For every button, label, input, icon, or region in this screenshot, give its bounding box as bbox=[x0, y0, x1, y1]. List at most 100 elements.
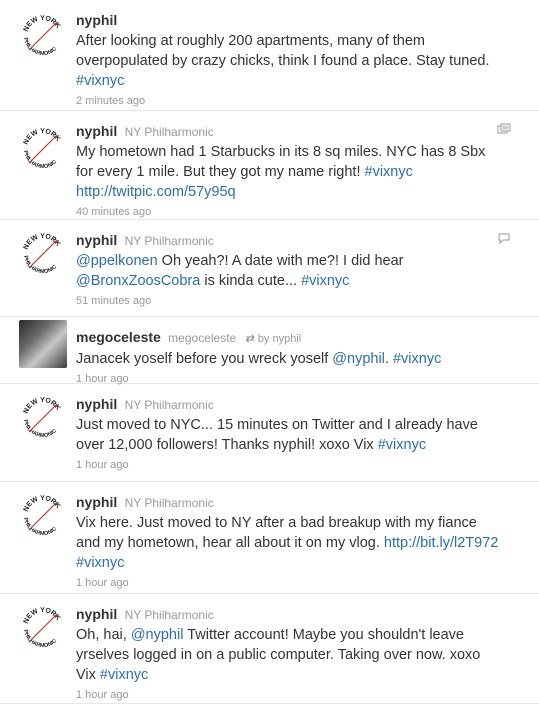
avatar[interactable]: NEW YORK PHILHARMONIC bbox=[19, 394, 67, 442]
tweet-header: nyphil NY Philharmonic bbox=[76, 396, 529, 413]
tweet-text: My hometown had 1 Starbucks in its 8 sq … bbox=[76, 142, 529, 202]
timestamp[interactable]: 51 minutes ago bbox=[76, 294, 529, 308]
hashtag-link[interactable]: #vixnyc bbox=[76, 555, 124, 571]
timeline: NEW YORK PHILHARMONIC nyphil After lookin… bbox=[0, 0, 539, 704]
tweet-text: After looking at roughly 200 apartments,… bbox=[76, 31, 529, 91]
tweet[interactable]: NEW YORK PHILHARMONIC nyphil After lookin… bbox=[0, 0, 539, 111]
text-segment: overpopulated by crazy chicks, think I f… bbox=[76, 53, 490, 69]
avatar[interactable]: NEW YORK PHILHARMONIC bbox=[19, 492, 67, 540]
mention-link[interactable]: @nyphil bbox=[332, 351, 385, 367]
tweet-header: megoceleste megoceleste ⇄ by nyphil bbox=[76, 329, 529, 347]
tweet[interactable]: NEW YORK PHILHARMONIC nyphil NY Philharmo… bbox=[0, 594, 539, 704]
text-segment: and my hometown, hear all about it on my… bbox=[76, 535, 384, 551]
ny-philharmonic-logo-icon: NEW YORKPHILHARMONIC bbox=[21, 606, 65, 650]
screen-name[interactable]: megoceleste bbox=[76, 329, 161, 345]
ny-philharmonic-logo-icon: NEW YORKPHILHARMONIC bbox=[21, 14, 65, 58]
ny-philharmonic-logo-icon: NEW YORKPHILHARMONIC bbox=[21, 494, 65, 538]
screen-name[interactable]: nyphil bbox=[76, 396, 117, 412]
screen-name[interactable]: nyphil bbox=[76, 232, 117, 248]
text-segment: Oh yeah?! A date with me?! I did hear bbox=[157, 253, 404, 269]
text-segment: Just moved to NYC... 15 minutes on Twitt… bbox=[76, 417, 478, 433]
tweet-text-line: Janacek yoself before you wreck yoself @… bbox=[76, 349, 529, 369]
tweet-header: nyphil NY Philharmonic bbox=[76, 232, 529, 249]
avatar[interactable]: NEW YORK PHILHARMONIC bbox=[19, 125, 67, 173]
hashtag-link[interactable]: #vixnyc bbox=[76, 73, 124, 89]
avatar[interactable]: NEW YORK PHILHARMONIC bbox=[19, 604, 67, 652]
timestamp[interactable]: 2 minutes ago bbox=[76, 94, 529, 108]
tweet-text: Vix here. Just moved to NY after a bad b… bbox=[76, 513, 529, 573]
tweet-header: nyphil NY Philharmonic bbox=[76, 494, 529, 511]
tweet-text-line: for every 1 mile. But they got my name r… bbox=[76, 162, 529, 182]
tweet[interactable]: NEW YORK PHILHARMONIC nyphil NY Philharmo… bbox=[0, 482, 539, 594]
tweet-text-line: @BronxZoosCobra is kinda cute... #vixnyc bbox=[76, 271, 529, 291]
screen-name[interactable]: nyphil bbox=[76, 606, 117, 622]
tweet-header: nyphil bbox=[76, 12, 529, 29]
screen-name[interactable]: nyphil bbox=[76, 494, 117, 510]
text-segment: is kinda cute... bbox=[200, 273, 302, 289]
full-name: NY Philharmonic bbox=[124, 608, 214, 622]
tweet-text-line: My hometown had 1 Starbucks in its 8 sq … bbox=[76, 142, 529, 162]
text-segment: Oh, hai, bbox=[76, 627, 131, 643]
text-segment: Vix bbox=[76, 667, 100, 683]
text-segment: Janacek yoself before you wreck yoself bbox=[76, 351, 333, 367]
screen-name[interactable]: nyphil bbox=[76, 123, 117, 139]
full-name: NY Philharmonic bbox=[124, 234, 214, 248]
tweet-text: @ppelkonen Oh yeah?! A date with me?! I … bbox=[76, 251, 529, 291]
text-segment: My hometown had 1 Starbucks in its 8 sq … bbox=[76, 144, 486, 160]
avatar[interactable]: NEW YORK PHILHARMONIC bbox=[19, 12, 67, 60]
text-segment: Twitter account! Maybe you shouldn't lea… bbox=[183, 627, 464, 643]
full-name: NY Philharmonic bbox=[124, 496, 214, 510]
text-segment: yrselves logged in on a public computer.… bbox=[76, 647, 481, 663]
screen-name[interactable]: nyphil bbox=[76, 12, 117, 28]
hashtag-link[interactable]: #vixnyc bbox=[301, 273, 349, 289]
ny-philharmonic-logo-icon: NEW YORKPHILHARMONIC bbox=[21, 232, 65, 276]
mention-link[interactable]: @BronxZoosCobra bbox=[76, 273, 200, 289]
full-name: NY Philharmonic bbox=[124, 125, 214, 139]
text-segment: over 12,000 followers! Thanks nyphil! xo… bbox=[76, 437, 378, 453]
tweet-text-line: and my hometown, hear all about it on my… bbox=[76, 533, 529, 553]
url-link[interactable]: http://twitpic.com/57y95q bbox=[76, 184, 236, 200]
full-name: NY Philharmonic bbox=[124, 398, 214, 412]
full-name: megoceleste bbox=[168, 331, 237, 345]
tweet-text: Oh, hai, @nyphil Twitter account! Maybe … bbox=[76, 625, 529, 685]
tweet[interactable]: NEW YORK PHILHARMONIC nyphil NY Philharmo… bbox=[0, 111, 539, 220]
tweet-text: Just moved to NYC... 15 minutes on Twitt… bbox=[76, 415, 529, 455]
timestamp[interactable]: 1 hour ago bbox=[76, 576, 529, 590]
text-segment: After looking at roughly 200 apartments,… bbox=[76, 33, 425, 49]
tweet-text-line: over 12,000 followers! Thanks nyphil! xo… bbox=[76, 435, 529, 455]
tweet[interactable]: NEW YORK PHILHARMONIC nyphil NY Philharmo… bbox=[0, 220, 539, 317]
tweet-text-line: yrselves logged in on a public computer.… bbox=[76, 645, 529, 665]
tweet-text-line: After looking at roughly 200 apartments,… bbox=[76, 31, 529, 51]
mention-link[interactable]: @ppelkonen bbox=[76, 253, 158, 269]
timestamp[interactable]: 1 hour ago bbox=[76, 458, 529, 472]
tweet-header: nyphil NY Philharmonic bbox=[76, 123, 529, 140]
user-photo-avatar[interactable] bbox=[19, 320, 67, 368]
tweet-text-line: Oh, hai, @nyphil Twitter account! Maybe … bbox=[76, 625, 529, 645]
retweet-label: by nyphil bbox=[257, 333, 302, 345]
hashtag-link[interactable]: #vixnyc bbox=[100, 667, 148, 683]
tweet-text-line: overpopulated by crazy chicks, think I f… bbox=[76, 51, 529, 71]
conversation-icon[interactable] bbox=[497, 232, 511, 244]
ny-philharmonic-logo-icon: NEW YORKPHILHARMONIC bbox=[21, 396, 65, 440]
text-segment: Vix here. Just moved to NY after a bad b… bbox=[76, 515, 477, 531]
url-link[interactable]: http://bit.ly/l2T972 bbox=[384, 535, 498, 551]
timestamp[interactable]: 40 minutes ago bbox=[76, 205, 529, 219]
tweet-header: nyphil NY Philharmonic bbox=[76, 606, 529, 623]
tweet[interactable]: megoceleste megoceleste ⇄ by nyphil Janac… bbox=[0, 317, 539, 385]
tweet-text-line: Just moved to NYC... 15 minutes on Twitt… bbox=[76, 415, 529, 435]
text-segment: for every 1 mile. But they got my name r… bbox=[76, 164, 365, 180]
text-segment: . bbox=[384, 351, 393, 367]
hashtag-link[interactable]: #vixnyc bbox=[378, 437, 426, 453]
timestamp[interactable]: 1 hour ago bbox=[76, 688, 529, 702]
tweet-text-line: Vix here. Just moved to NY after a bad b… bbox=[76, 513, 529, 533]
ny-philharmonic-logo-icon: NEW YORKPHILHARMONIC bbox=[21, 127, 65, 171]
tweet[interactable]: NEW YORK PHILHARMONIC nyphil NY Philharmo… bbox=[0, 384, 539, 482]
hashtag-link[interactable]: #vixnyc bbox=[393, 351, 441, 367]
tweet-text-line: http://twitpic.com/57y95q bbox=[76, 182, 529, 202]
tweet-text-line: Vix #vixnyc bbox=[76, 665, 529, 685]
hashtag-link[interactable]: #vixnyc bbox=[365, 164, 413, 180]
avatar[interactable]: NEW YORK PHILHARMONIC bbox=[19, 230, 67, 278]
gallery-icon[interactable] bbox=[497, 123, 511, 135]
retweet-icon: ⇄ bbox=[245, 333, 255, 345]
mention-link[interactable]: @nyphil bbox=[131, 627, 184, 643]
